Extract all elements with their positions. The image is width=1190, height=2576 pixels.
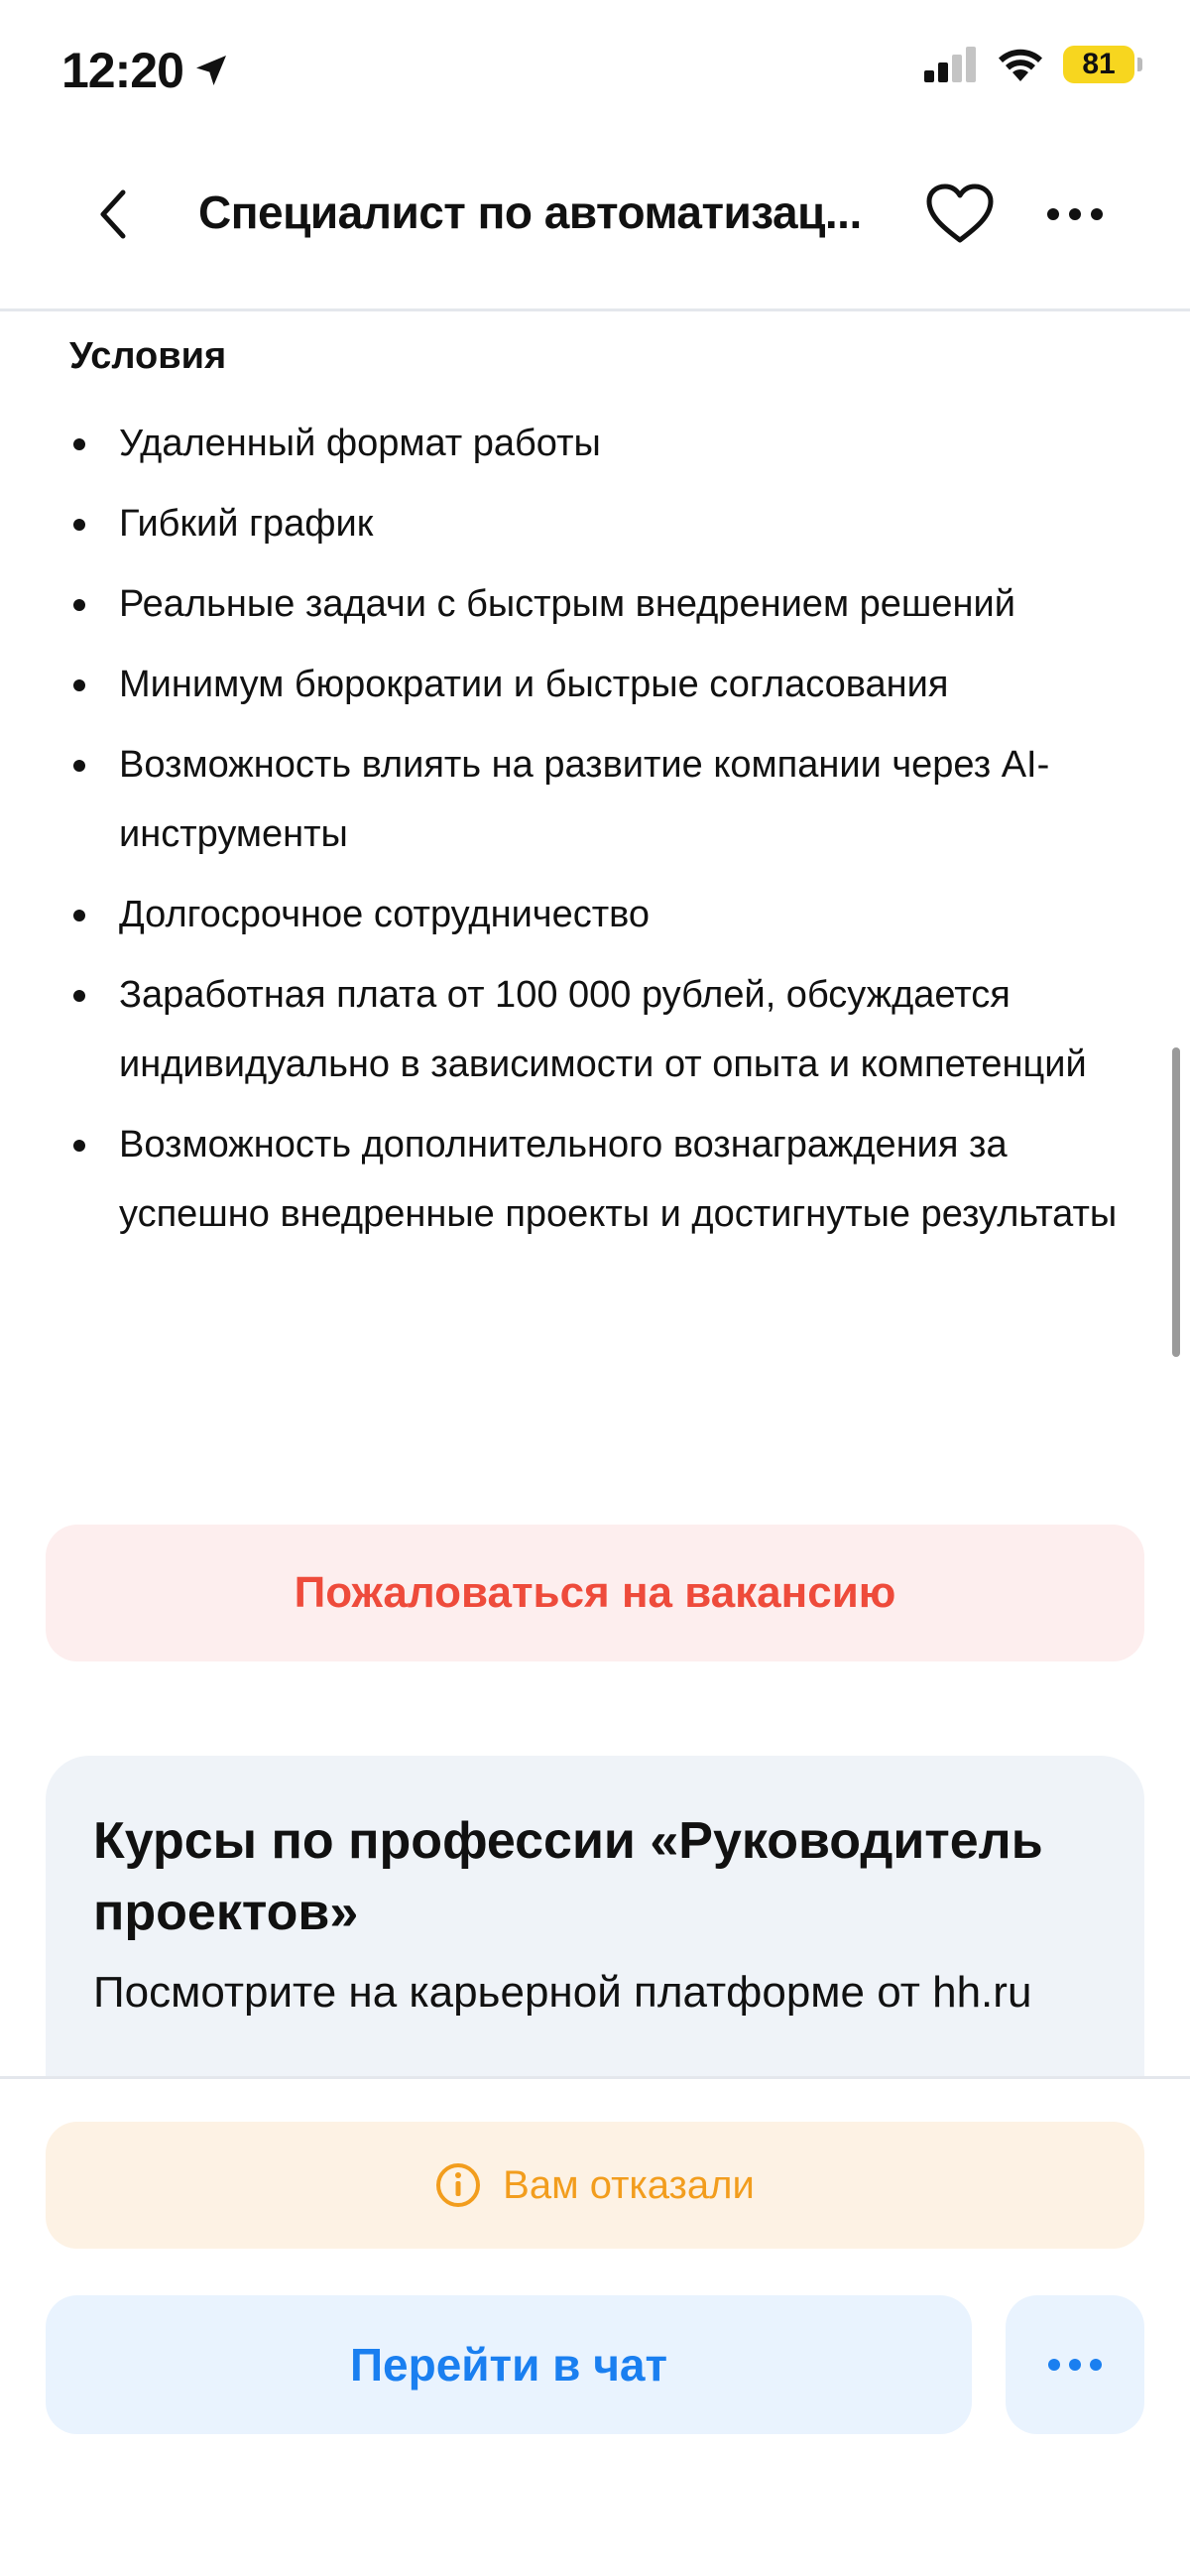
back-button[interactable] (83, 175, 143, 254)
battery-level: 81 (1063, 46, 1134, 83)
status-bar: 12:20 81 (0, 0, 1190, 139)
favorite-button[interactable] (920, 175, 1000, 254)
list-item: Заработная плата от 100 000 рублей, обсу… (69, 960, 1130, 1099)
list-item: Минимум бюрократии и быстрые согласовани… (69, 650, 1130, 719)
battery-indicator: 81 (1063, 46, 1142, 83)
more-horizontal-icon (1047, 208, 1103, 220)
conditions-list: Удаленный формат работы Гибкий график Ре… (69, 409, 1130, 1260)
more-actions-button[interactable] (1006, 2295, 1144, 2434)
more-options-button[interactable] (1035, 175, 1115, 254)
cellular-signal-icon (924, 47, 976, 82)
list-item: Реальные задачи с быстрым внедрением реш… (69, 569, 1130, 639)
scrollbar-thumb[interactable] (1172, 1047, 1180, 1357)
list-item: Возможность влиять на развитие компании … (69, 730, 1130, 869)
battery-tip (1137, 58, 1142, 71)
status-indicators: 81 (924, 46, 1142, 83)
status-time-text: 12:20 (61, 43, 184, 98)
vacancy-page: 12:20 81 Специалист по автоматизац... Ус… (0, 0, 1190, 2576)
report-vacancy-button[interactable]: Пожаловаться на вакансию (46, 1525, 1144, 1661)
course-subtitle: Посмотрите на карьерной платформе от hh.… (93, 1968, 1032, 2017)
course-title: Курсы по профессии «Руководитель проекто… (93, 1812, 1043, 1941)
page-title: Специалист по автоматизац... (198, 186, 862, 238)
info-icon (436, 2163, 481, 2207)
bottom-action-bar: Вам отказали Перейти в чат (0, 2076, 1190, 2576)
list-item: Гибкий график (69, 489, 1130, 558)
list-item: Удаленный формат работы (69, 409, 1130, 478)
location-arrow-icon (195, 56, 226, 85)
chevron-left-icon (100, 189, 126, 239)
conditions-title: Условия (69, 335, 227, 377)
application-status-text: Вам отказали (503, 2162, 755, 2207)
application-status-banner: Вам отказали (46, 2122, 1144, 2249)
more-horizontal-icon (1048, 2359, 1102, 2371)
list-item: Долгосрочное сотрудничество (69, 880, 1130, 949)
status-time: 12:20 (61, 42, 231, 99)
heart-icon (926, 184, 994, 243)
go-to-chat-button[interactable]: Перейти в чат (46, 2295, 972, 2434)
wifi-icon (999, 49, 1042, 81)
list-item: Возможность дополнительного вознагражден… (69, 1110, 1130, 1249)
nav-header: Специалист по автоматизац... (0, 139, 1190, 311)
